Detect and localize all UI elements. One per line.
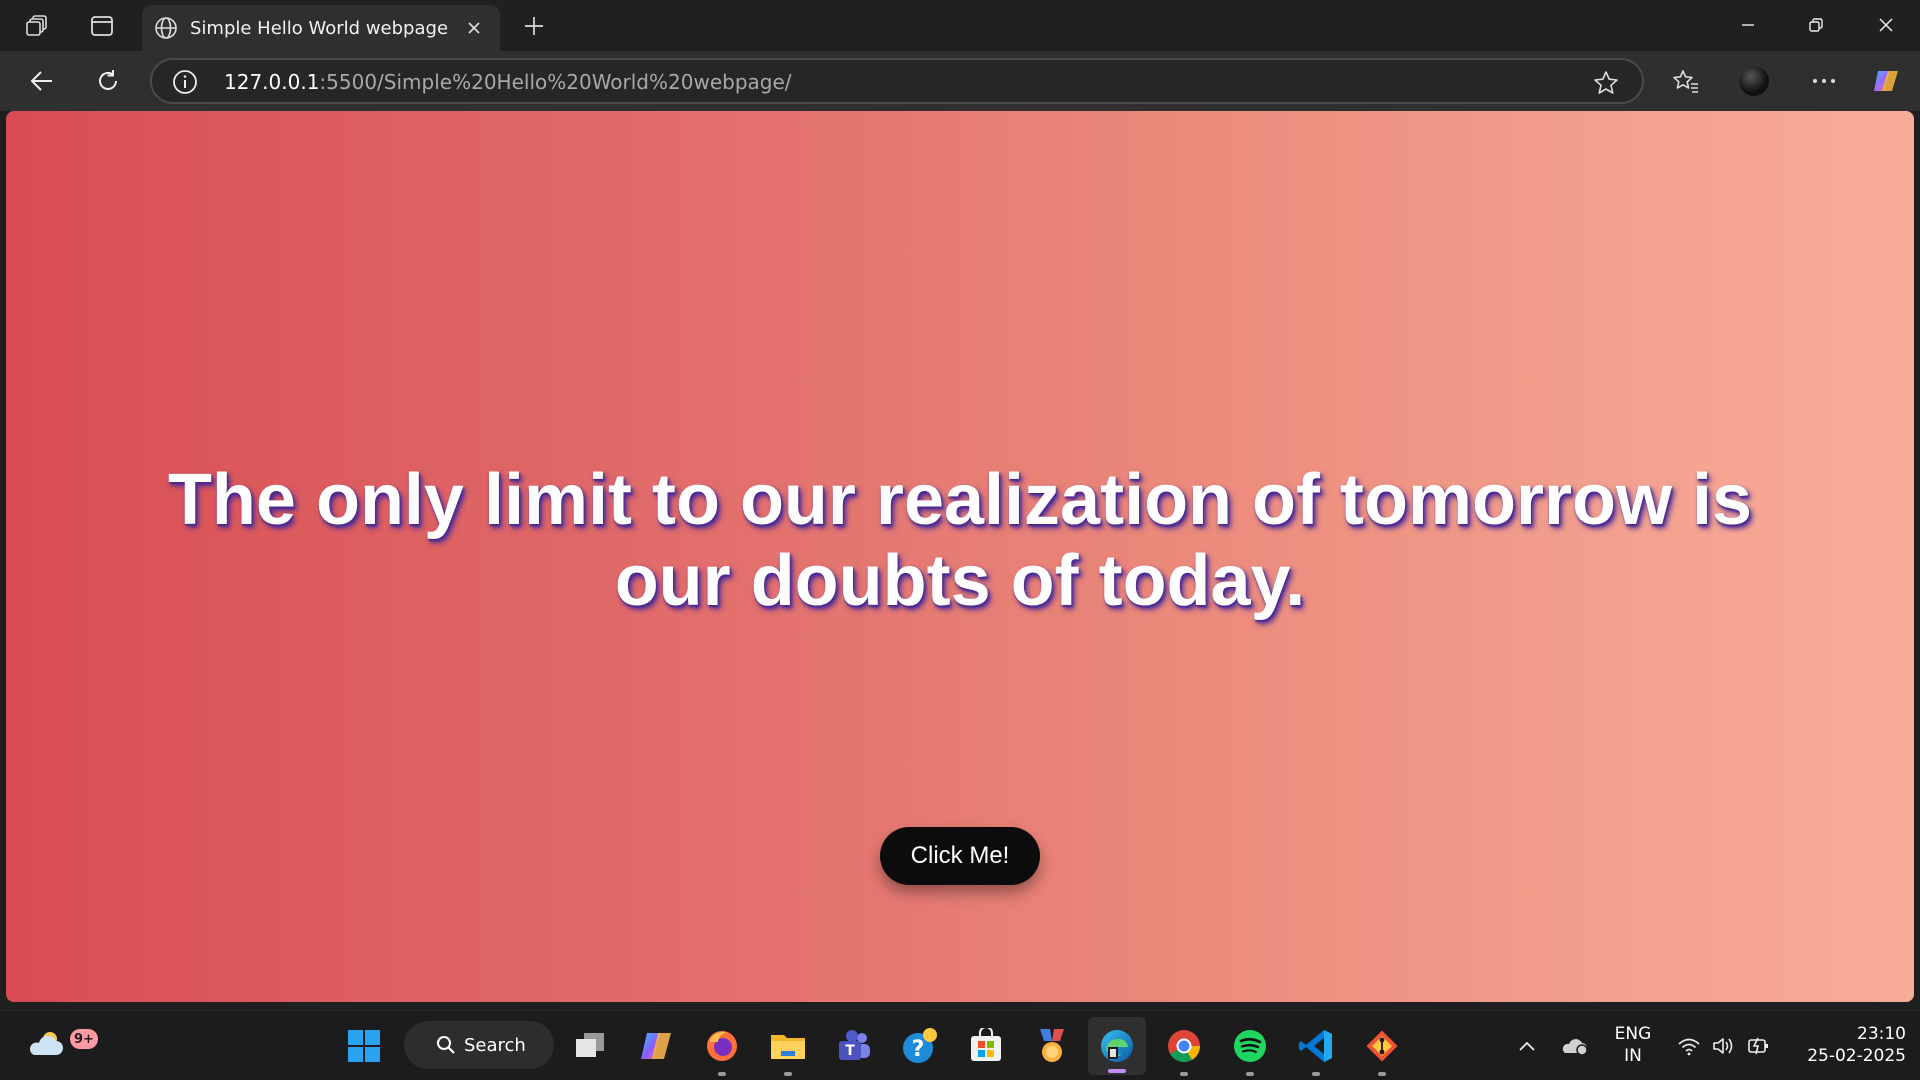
notification-badge: 9+: [70, 1029, 98, 1049]
avatar: [1738, 65, 1770, 97]
tab-title: Simple Hello World webpage: [190, 17, 449, 39]
profile-avatar[interactable]: [1736, 63, 1772, 99]
favorite-star-icon[interactable]: [1592, 69, 1620, 97]
close-window-icon[interactable]: [1862, 8, 1910, 42]
language-code: ENG: [1614, 1024, 1652, 1044]
git-icon[interactable]: [1360, 1024, 1404, 1076]
chrome-icon[interactable]: [1162, 1024, 1206, 1076]
back-arrow-icon[interactable]: [22, 63, 62, 99]
page-viewport: The only limit to our realization of tom…: [6, 111, 1914, 1002]
click-me-button[interactable]: Click Me!: [880, 827, 1040, 885]
workspaces-icon[interactable]: [22, 10, 54, 42]
tab-active[interactable]: Simple Hello World webpage: [142, 5, 500, 51]
running-indicator: [1312, 1072, 1320, 1076]
favorites-icon[interactable]: [1668, 63, 1704, 99]
running-indicator: [1246, 1072, 1254, 1076]
new-tab-icon[interactable]: [518, 10, 550, 42]
onedrive-icon[interactable]: [1560, 1031, 1590, 1061]
site-info-icon[interactable]: [172, 69, 198, 95]
task-view-icon[interactable]: [568, 1024, 612, 1068]
svg-text:?: ?: [912, 1037, 925, 1062]
region-code: IN: [1624, 1046, 1642, 1066]
globe-icon: [152, 14, 180, 42]
system-clock[interactable]: 23:10 25-02-2025: [1786, 1023, 1906, 1067]
quote-heading: The only limit to our realization of tom…: [167, 460, 1753, 621]
battery-charging-icon[interactable]: [1744, 1031, 1774, 1061]
more-options-icon[interactable]: [1806, 63, 1842, 99]
running-indicator: [718, 1072, 726, 1076]
file-explorer-icon[interactable]: [766, 1024, 810, 1076]
clock-date: 25-02-2025: [1807, 1046, 1906, 1066]
edge-icon[interactable]: [1088, 1017, 1146, 1075]
spotify-icon[interactable]: [1228, 1024, 1272, 1076]
url-text[interactable]: 127.0.0.1:5500/Simple%20Hello%20World%20…: [224, 70, 792, 94]
copilot-icon[interactable]: [1868, 63, 1904, 99]
restore-icon[interactable]: [1792, 8, 1840, 42]
running-indicator: [1180, 1072, 1188, 1076]
windows-start-icon[interactable]: [342, 1024, 386, 1068]
browser-toolbar: 127.0.0.1:5500/Simple%20Hello%20World%20…: [0, 51, 1920, 111]
active-indicator: [1108, 1069, 1126, 1073]
windows-taskbar: 9+ Search T ? ENG IN 23:10 25-02-2025: [0, 1010, 1920, 1080]
address-bar[interactable]: 127.0.0.1:5500/Simple%20Hello%20World%20…: [150, 58, 1644, 104]
get-help-icon[interactable]: ?: [898, 1024, 942, 1068]
svg-text:T: T: [845, 1043, 855, 1059]
running-indicator: [784, 1072, 792, 1076]
url-host: 127.0.0.1: [224, 70, 320, 94]
copilot-app-icon[interactable]: [634, 1024, 678, 1068]
refresh-icon[interactable]: [88, 63, 128, 99]
weather-widget[interactable]: 9+: [26, 1025, 98, 1065]
teams-icon[interactable]: T: [832, 1024, 876, 1068]
microsoft-store-icon[interactable]: [964, 1024, 1008, 1068]
clock-time: 23:10: [1857, 1024, 1906, 1044]
wifi-icon[interactable]: [1674, 1031, 1704, 1061]
volume-icon[interactable]: [1708, 1031, 1738, 1061]
url-path: :5500/Simple%20Hello%20World%20webpage/: [319, 70, 792, 94]
medal-icon[interactable]: [1030, 1024, 1074, 1068]
show-hidden-icons-chevron-icon[interactable]: [1512, 1031, 1542, 1061]
browser-titlebar: Simple Hello World webpage: [0, 0, 1920, 51]
search-label: Search: [464, 1034, 526, 1056]
input-language-indicator[interactable]: ENG IN: [1598, 1023, 1668, 1067]
minimize-icon[interactable]: [1724, 8, 1772, 42]
search-icon: [437, 1036, 455, 1054]
firefox-icon[interactable]: [700, 1024, 744, 1076]
taskbar-search[interactable]: Search: [404, 1021, 554, 1069]
vscode-icon[interactable]: [1294, 1024, 1338, 1076]
close-tab-icon[interactable]: [460, 14, 488, 42]
vertical-tabs-icon[interactable]: [86, 10, 118, 42]
running-indicator: [1378, 1072, 1386, 1076]
